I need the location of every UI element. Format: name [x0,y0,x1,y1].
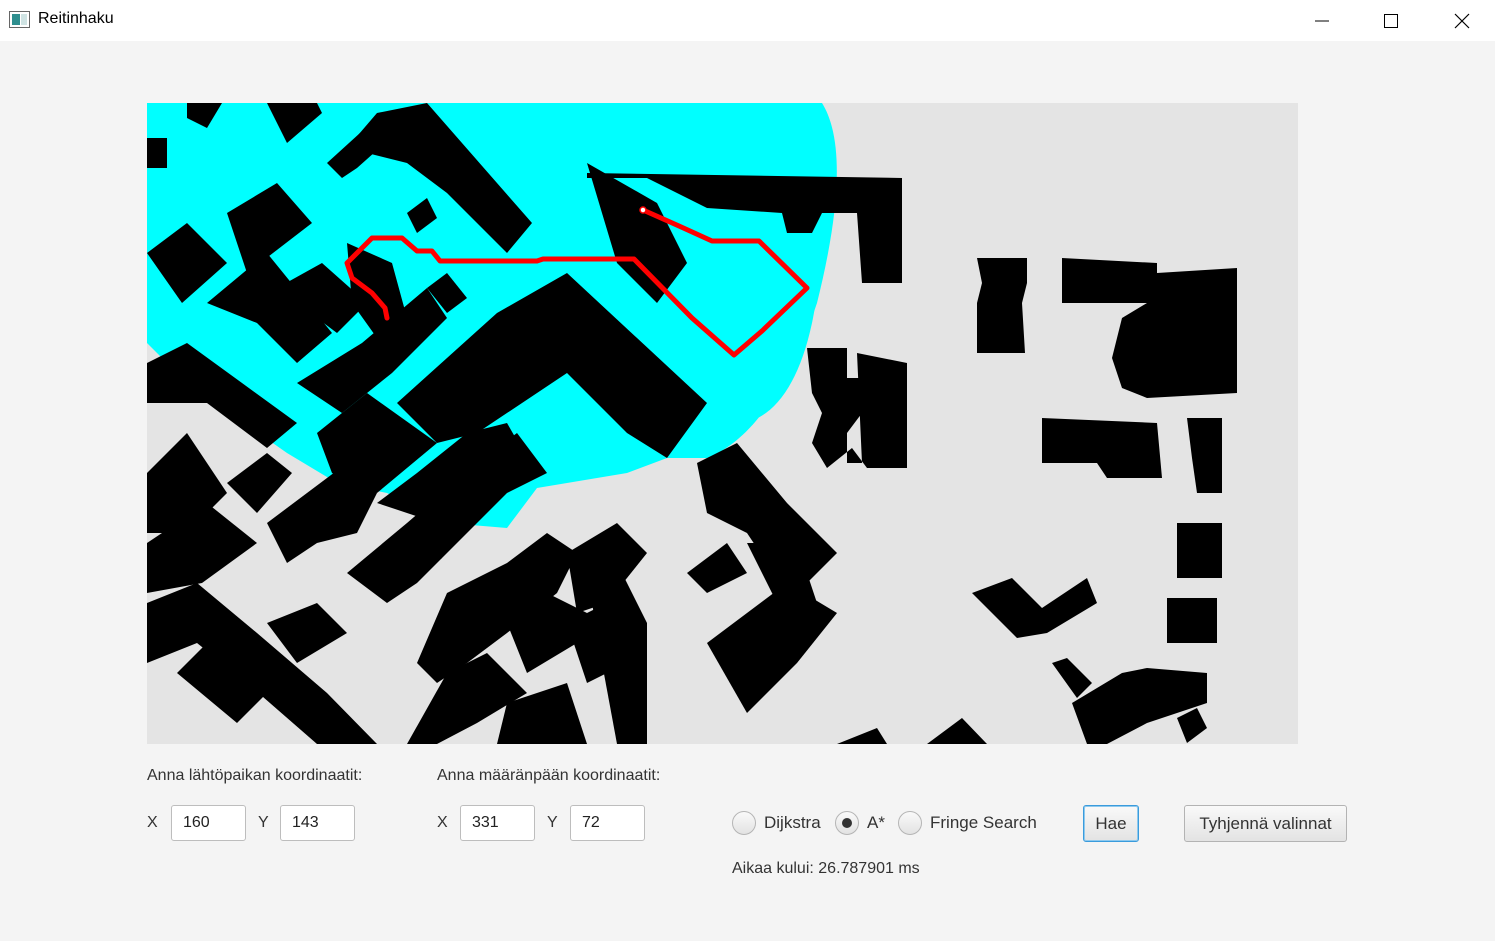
radio-fringe-search[interactable]: Fringe Search [898,811,1037,835]
search-button[interactable]: Hae [1083,805,1139,842]
goal-marker [639,206,647,214]
radio-circle[interactable] [898,811,922,835]
goal-x-input[interactable] [460,805,535,841]
maximize-button[interactable] [1356,0,1426,41]
elapsed-time-text: Aikaa kului: 26.787901 ms [732,860,920,877]
minimize-icon [1315,20,1329,21]
radio-circle[interactable] [732,811,756,835]
start-x-input[interactable] [171,805,246,841]
start-x-label: X [147,814,158,831]
radio-circle-selected[interactable] [835,811,859,835]
start-coordinates-label: Anna lähtöpaikan koordinaatit: [147,767,363,784]
minimize-button[interactable] [1287,0,1357,41]
app-icon [9,11,30,28]
close-icon [1454,13,1470,28]
start-y-label: Y [258,814,269,831]
goal-coordinates-label: Anna määränpään koordinaatit: [437,767,661,784]
title-bar: Reitinhaku [0,0,1495,41]
window-title: Reitinhaku [38,10,114,27]
radio-dijkstra[interactable]: Dijkstra [732,811,821,835]
radio-a-star[interactable]: A* [835,811,885,835]
goal-y-input[interactable] [570,805,645,841]
clear-button[interactable]: Tyhjennä valinnat [1184,805,1347,842]
maximize-icon [1384,13,1398,28]
goal-y-label: Y [547,814,558,831]
radio-label: A* [867,813,885,832]
start-y-input[interactable] [280,805,355,841]
goal-x-label: X [437,814,448,831]
close-button[interactable] [1427,0,1495,41]
radio-label: Fringe Search [930,813,1037,832]
map-canvas[interactable] [147,103,1298,744]
radio-label: Dijkstra [764,813,821,832]
radio-selected-dot [842,818,852,828]
